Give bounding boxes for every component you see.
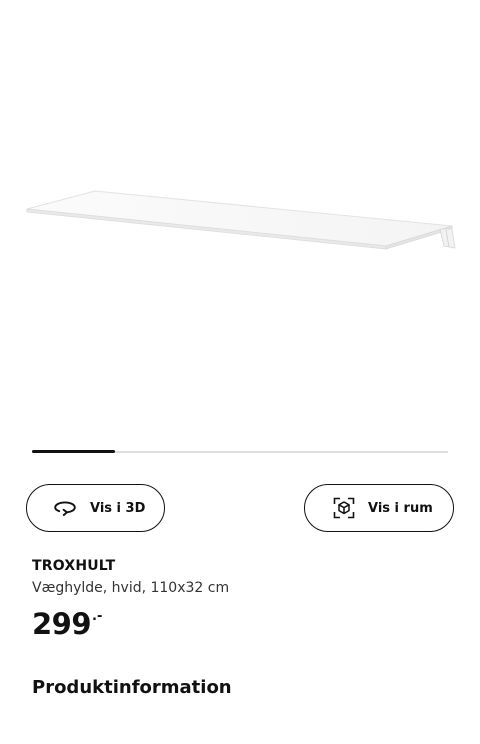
view-in-3d-button[interactable]: Vis i 3D	[26, 484, 165, 532]
price-decimal: .-	[92, 609, 103, 624]
view-in-room-label: Vis i rum	[368, 500, 433, 516]
product-image[interactable]	[0, 0, 480, 430]
product-information-heading[interactable]: Produktinformation	[32, 677, 232, 698]
price-integer: 299	[32, 607, 92, 641]
image-carousel-progress[interactable]	[32, 450, 448, 453]
product-price: 299 .-	[32, 604, 102, 644]
view-in-room-button[interactable]: Vis i rum	[304, 484, 454, 532]
product-name: TROXHULT	[32, 558, 116, 574]
wall-shelf-image	[26, 190, 456, 250]
view-in-3d-label: Vis i 3D	[90, 500, 146, 516]
carousel-progress-indicator	[32, 450, 116, 453]
ar-cube-icon	[332, 496, 356, 520]
product-description: Væghylde, hvid, 110x32 cm	[32, 580, 230, 596]
rotate-3d-icon	[53, 496, 77, 520]
